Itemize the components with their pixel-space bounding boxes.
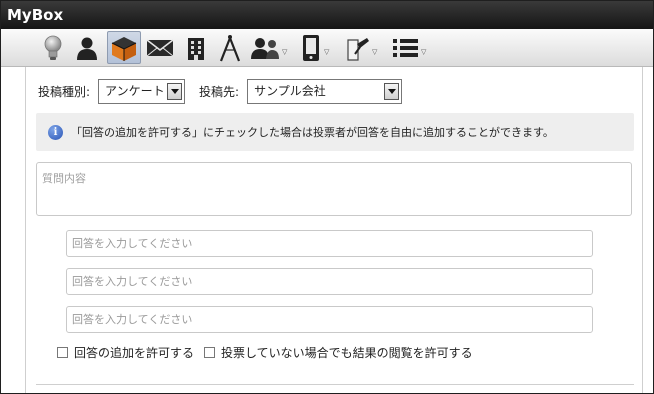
allow-view-checkbox[interactable] [204,346,216,358]
box-icon [110,34,138,62]
info-banner: i 「回答の追加を許可する」にチェックした場合は投票者が回答を自由に追加すること… [36,113,634,151]
allow-add-label[interactable]: 回答の追加を許可する [74,344,194,361]
chevron-down-icon: ▽ [372,47,378,56]
building-button[interactable] [180,31,212,64]
box-button[interactable] [107,31,141,64]
dropdown-arrow-icon[interactable] [167,82,183,100]
post-target-value: サンプル会社 [254,83,326,98]
post-form: 投稿種別: アンケート 投稿先: サンプル会社 i 「回答の追加を許可する」にチ… [25,67,643,393]
answer-input-1[interactable]: 回答を入力してください [66,230,593,257]
compass-icon [218,34,242,62]
toolbar: ▽ ▽ ▽ ▽ [1,29,653,67]
post-settings-row: 投稿種別: アンケート 投稿先: サンプル会社 [38,78,403,104]
lightbulb-icon [42,35,64,61]
building-icon [186,35,206,61]
dropdown-arrow-icon[interactable] [384,82,400,100]
pin-icon [345,34,371,62]
window-title: MyBox [1,1,653,29]
divider [36,384,634,385]
post-type-value: アンケート [105,83,165,98]
options-row: 回答の追加を許可する 投票していない場合でも結果の閲覧を許可する [57,343,473,361]
pin-button[interactable]: ▽ [345,31,389,64]
answer-placeholder: 回答を入力してください [72,313,193,326]
list-button[interactable]: ▽ [392,31,438,64]
chevron-down-icon: ▽ [282,47,288,56]
person-icon [75,36,99,60]
post-target-select[interactable]: サンプル会社 [247,78,403,104]
phone-button[interactable]: ▽ [299,31,343,64]
answer-placeholder: 回答を入力してください [72,237,193,250]
list-icon [392,37,420,59]
group-icon [251,36,281,60]
allow-add-checkbox[interactable] [57,346,68,358]
question-textarea[interactable]: 質問内容 [36,162,632,216]
answer-placeholder: 回答を入力してください [72,275,193,288]
info-text: 「回答の追加を許可する」にチェックした場合は投票者が回答を自由に追加することがで… [71,126,554,139]
phone-icon [299,34,323,62]
mail-button[interactable] [144,31,176,64]
post-type-select[interactable]: アンケート [98,78,186,104]
lightbulb-button[interactable] [37,31,69,64]
mybox-window: MyBox ▽ ▽ ▽ ▽ 投稿種別: アンケート 投稿先: サンプル会社 i … [0,0,654,394]
post-type-label: 投稿種別: [38,84,91,99]
answer-input-2[interactable]: 回答を入力してください [66,268,593,295]
compass-button[interactable] [214,31,246,64]
post-target-label: 投稿先: [199,84,240,99]
question-placeholder: 質問内容 [42,172,86,185]
mail-icon [146,38,174,58]
answer-input-3[interactable]: 回答を入力してください [66,306,593,333]
info-icon: i [48,124,63,140]
group-button[interactable]: ▽ [251,31,297,64]
person-button[interactable] [71,31,103,64]
chevron-down-icon: ▽ [421,47,427,56]
allow-view-label[interactable]: 投票していない場合でも結果の閲覧を許可する [221,344,473,361]
chevron-down-icon: ▽ [324,47,330,56]
